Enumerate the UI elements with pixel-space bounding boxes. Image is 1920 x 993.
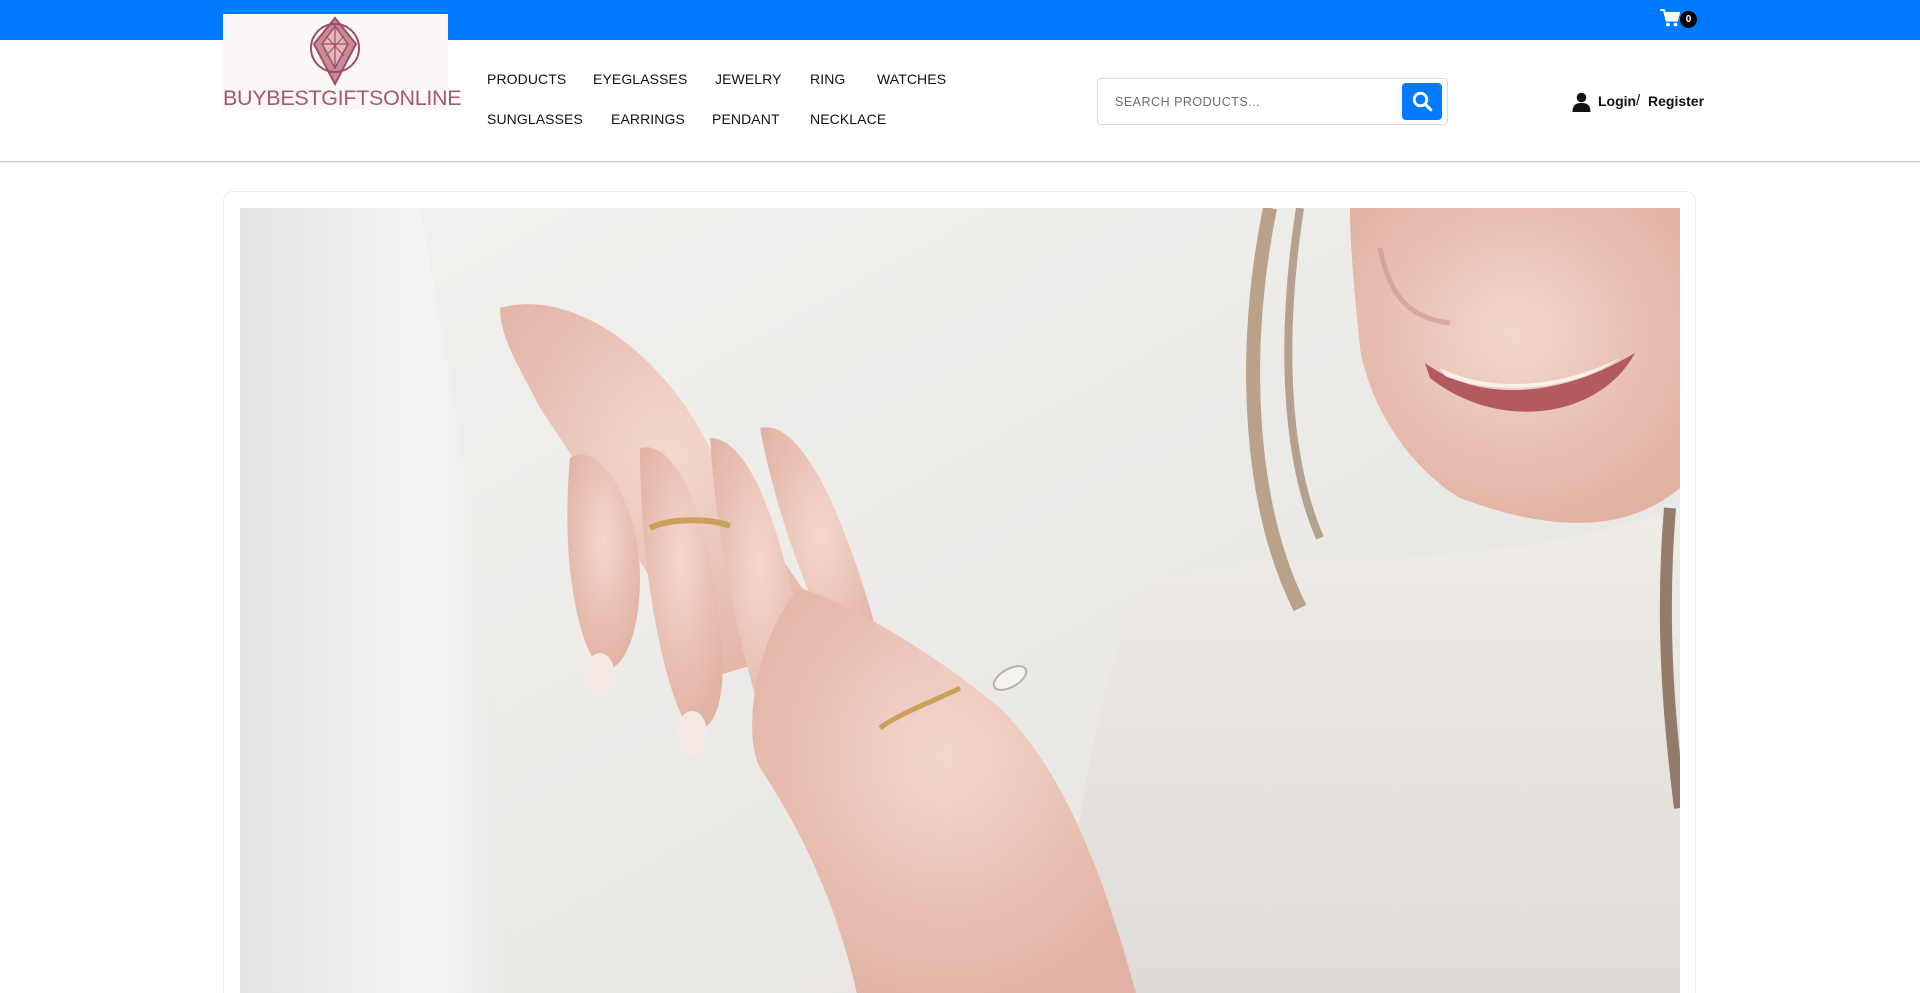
- nav-item-necklace[interactable]: NECKLACE: [810, 111, 886, 127]
- nav-item-eyeglasses[interactable]: EYEGLASSES: [593, 71, 687, 87]
- hero-card: [223, 191, 1696, 993]
- account-separator: /: [1636, 92, 1641, 109]
- search-button[interactable]: [1402, 83, 1442, 120]
- search-input[interactable]: [1098, 79, 1398, 124]
- site-logo[interactable]: BUYBESTGIFTSONLINE: [223, 14, 462, 110]
- register-link[interactable]: Register: [1648, 93, 1704, 109]
- login-link[interactable]: Login: [1598, 93, 1636, 109]
- cart-button[interactable]: 0: [1660, 8, 1700, 32]
- search-icon: [1412, 91, 1433, 112]
- user-icon: [1572, 92, 1591, 112]
- cart-count-badge: 0: [1680, 11, 1697, 28]
- diamond-logo-icon: [310, 16, 360, 87]
- nav-item-pendant[interactable]: PENDANT: [712, 111, 780, 127]
- search-box: [1097, 78, 1448, 125]
- nav-item-ring[interactable]: RING: [810, 71, 845, 87]
- nav-item-sunglasses[interactable]: SUNGLASSES: [487, 111, 583, 127]
- hero-image[interactable]: [240, 208, 1680, 993]
- nav-item-jewelry[interactable]: JEWELRY: [715, 71, 782, 87]
- nav-item-watches[interactable]: WATCHES: [877, 71, 946, 87]
- nav-item-earrings[interactable]: EARRINGS: [611, 111, 685, 127]
- hero-photo: [240, 208, 1680, 993]
- logo-text: BUYBESTGIFTSONLINE: [223, 86, 462, 110]
- nav-item-products[interactable]: PRODUCTS: [487, 71, 566, 87]
- cart-icon: [1660, 9, 1680, 27]
- main-nav: PRODUCTS EYEGLASSES JEWELRY RING WATCHES…: [487, 60, 987, 140]
